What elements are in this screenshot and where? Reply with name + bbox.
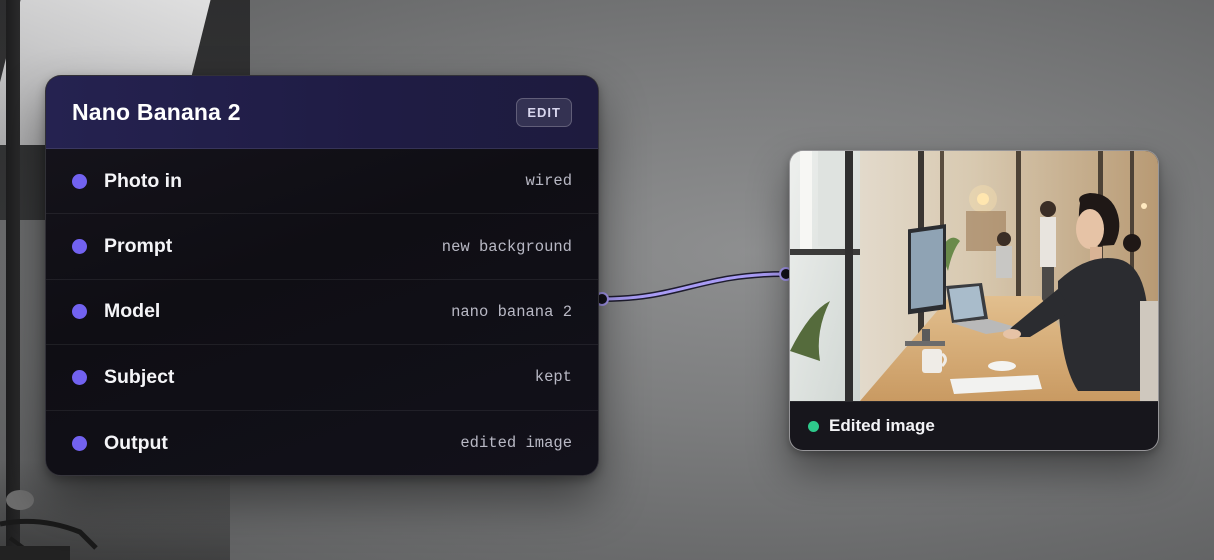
node-title: Nano Banana 2 (72, 98, 241, 125)
row-label: Photo in (104, 169, 182, 192)
row-value: wired (525, 172, 572, 191)
input-dot-icon (72, 369, 87, 385)
row-value: edited image (460, 434, 572, 453)
row-value: nano banana 2 (451, 302, 572, 321)
nano-banana-node[interactable]: Nano Banana 2 EDIT Photo in wired Prompt… (45, 75, 599, 476)
node-row-prompt[interactable]: Prompt new background (46, 214, 598, 280)
node-row-output[interactable]: Output edited image (46, 411, 598, 475)
row-value: kept (534, 368, 572, 387)
row-label: Prompt (104, 235, 173, 258)
row-value: new background (441, 237, 572, 256)
input-dot-icon (72, 239, 87, 255)
output-footer: Edited image (790, 401, 1158, 450)
output-label: Edited image (829, 416, 935, 435)
input-dot-icon (72, 173, 87, 189)
row-label: Output (104, 431, 168, 454)
node-row-photo-in[interactable]: Photo in wired (46, 149, 598, 215)
status-dot-icon (808, 420, 819, 432)
node-header[interactable]: Nano Banana 2 EDIT (46, 76, 598, 149)
node-row-model[interactable]: Model nano banana 2 (46, 280, 598, 346)
edited-image-node[interactable]: Edited image (789, 150, 1159, 451)
node-row-subject[interactable]: Subject kept (46, 345, 598, 411)
row-label: Model (104, 300, 161, 323)
edited-image-preview[interactable] (790, 151, 1158, 401)
row-label: Subject (104, 365, 175, 388)
input-dot-icon (72, 304, 87, 320)
edit-button[interactable]: EDIT (516, 97, 572, 127)
input-dot-icon (72, 435, 87, 451)
